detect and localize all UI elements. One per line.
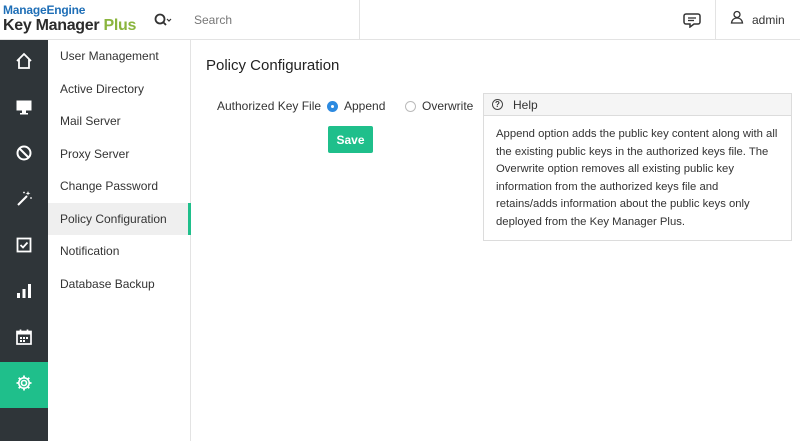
monitor-icon bbox=[15, 98, 33, 121]
question-icon: ? bbox=[492, 99, 503, 110]
subnav-active-directory[interactable]: Active Directory bbox=[48, 73, 190, 106]
magic-wand-icon bbox=[15, 190, 33, 213]
subnav-database-backup[interactable]: Database Backup bbox=[48, 268, 190, 301]
rail-block[interactable] bbox=[0, 132, 48, 178]
main-content: Policy Configuration Authorized Key File… bbox=[191, 40, 800, 441]
settings-subnav: User Management Active Directory Mail Se… bbox=[48, 40, 191, 441]
rail-tasks[interactable] bbox=[0, 224, 48, 270]
subnav-notification[interactable]: Notification bbox=[48, 235, 190, 268]
subnav-user-management[interactable]: User Management bbox=[48, 40, 190, 73]
chat-icon[interactable] bbox=[668, 0, 716, 39]
app-logo[interactable]: ManageEngine Key Manager Plus bbox=[3, 4, 153, 36]
rail-monitor[interactable] bbox=[0, 86, 48, 132]
rail-home[interactable] bbox=[0, 40, 48, 86]
brand-name: Key Manager bbox=[3, 17, 100, 34]
authorized-key-file-label: Authorized Key File bbox=[217, 99, 322, 113]
user-menu[interactable]: admin bbox=[730, 0, 800, 39]
subnav-policy-configuration[interactable]: Policy Configuration bbox=[48, 202, 191, 235]
rail-wand[interactable] bbox=[0, 178, 48, 224]
rail-reports[interactable] bbox=[0, 270, 48, 316]
radio-unselected-icon bbox=[405, 100, 416, 112]
help-panel: ? Help Append option adds the public key… bbox=[483, 93, 792, 241]
block-icon bbox=[15, 144, 33, 167]
icon-rail bbox=[0, 40, 48, 441]
rail-settings[interactable] bbox=[0, 362, 48, 408]
calendar-icon bbox=[15, 328, 33, 351]
help-text: Append option adds the public key conten… bbox=[496, 128, 778, 228]
save-button[interactable]: Save bbox=[328, 126, 373, 153]
bar-chart-icon bbox=[15, 282, 33, 305]
subnav-proxy-server[interactable]: Proxy Server bbox=[48, 138, 190, 171]
brand-plus: Plus bbox=[103, 17, 137, 34]
gear-icon bbox=[15, 374, 33, 397]
home-icon bbox=[15, 52, 33, 75]
subnav-mail-server[interactable]: Mail Server bbox=[48, 105, 190, 138]
append-radio-label: Append bbox=[344, 99, 386, 113]
help-header: ? Help bbox=[484, 94, 791, 116]
page-title: Policy Configuration bbox=[206, 57, 340, 74]
help-title: Help bbox=[513, 97, 538, 112]
overwrite-radio[interactable]: Overwrite bbox=[405, 99, 473, 113]
checkbox-icon bbox=[15, 236, 33, 259]
brand-bottom: Key Manager Plus bbox=[3, 17, 153, 35]
user-icon bbox=[730, 10, 744, 29]
top-bar: ManageEngine Key Manager Plus admin bbox=[0, 0, 800, 40]
append-radio[interactable]: Append bbox=[327, 99, 385, 113]
brand-top: ManageEngine bbox=[3, 3, 86, 17]
user-name: admin bbox=[752, 12, 785, 27]
overwrite-radio-label: Overwrite bbox=[422, 99, 474, 113]
rail-calendar[interactable] bbox=[0, 316, 48, 362]
search-icon[interactable] bbox=[152, 10, 172, 30]
search-input[interactable] bbox=[182, 0, 360, 39]
radio-selected-icon bbox=[327, 100, 338, 112]
subnav-change-password[interactable]: Change Password bbox=[48, 170, 190, 203]
